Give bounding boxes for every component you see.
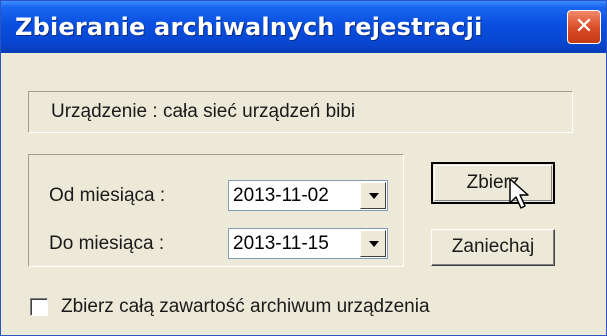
close-button[interactable]: ✕ (567, 10, 601, 44)
to-month-value: 2013-11-15 (233, 233, 329, 254)
window-title: Zbieranie archiwalnych rejestracji (15, 13, 483, 41)
date-range-group: Od miesiąca : 2013-11-02 Do miesiąca : 2… (28, 154, 404, 267)
mouse-pointer-icon (509, 178, 529, 209)
device-info-panel: Urządzenie : cała sieć urządzeń bibi (28, 91, 573, 133)
cancel-button-label: Zaniechaj (451, 236, 535, 257)
title-bar[interactable]: Zbieranie archiwalnych rejestracji ✕ (1, 1, 606, 53)
cancel-button[interactable]: Zaniechaj (431, 229, 555, 266)
close-icon: ✕ (574, 14, 594, 39)
to-month-select[interactable]: 2013-11-15 (228, 228, 388, 259)
from-month-value: 2013-11-02 (233, 185, 329, 206)
archive-checkbox-label[interactable]: Zbierz całą zawartość archiwum urządzeni… (61, 296, 430, 318)
collect-button-label: Zbierz (466, 172, 520, 193)
to-month-label: Do miesiąca : (49, 233, 165, 254)
from-month-select[interactable]: 2013-11-02 (228, 180, 388, 211)
chevron-down-icon[interactable] (360, 182, 386, 209)
archive-checkbox[interactable] (30, 298, 48, 316)
dialog-window: Zbieranie archiwalnych rejestracji ✕ Urz… (0, 0, 607, 336)
collect-button[interactable]: Zbierz (431, 162, 555, 204)
chevron-down-icon[interactable] (360, 230, 386, 257)
from-month-label: Od miesiąca : (49, 185, 166, 206)
device-info-text: Urządzenie : cała sieć urządzeń bibi (51, 101, 356, 122)
